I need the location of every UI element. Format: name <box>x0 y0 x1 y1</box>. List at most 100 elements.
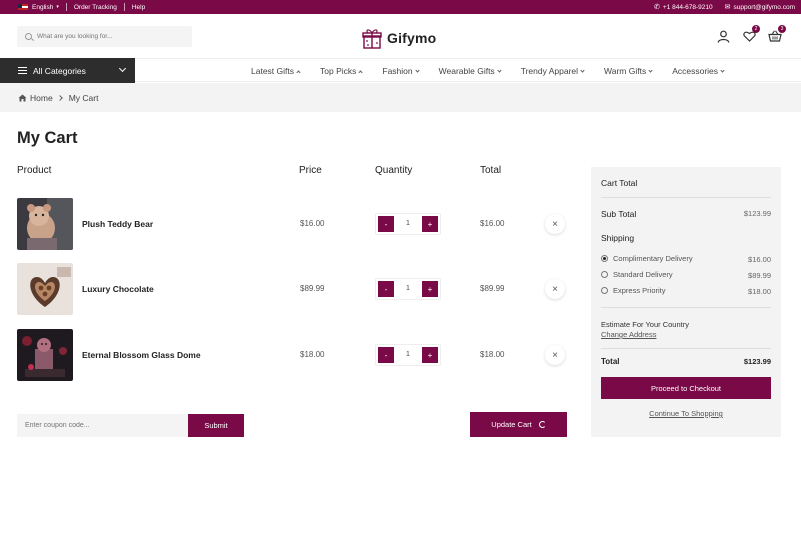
phone-icon: ✆ <box>654 4 660 11</box>
nav-item-warm-gifts[interactable]: Warm Gifts <box>604 66 653 76</box>
shipping-option-price: $18.00 <box>748 287 771 296</box>
shipping-label: Shipping <box>601 233 635 243</box>
radio-selected[interactable] <box>601 255 608 262</box>
account-button[interactable] <box>715 28 731 44</box>
update-cart-button[interactable]: Update Cart <box>470 412 567 437</box>
chevron-up-icon <box>358 69 363 75</box>
proceed-to-checkout-button[interactable]: Proceed to Checkout <box>601 377 771 399</box>
product-image-glass-dome[interactable] <box>17 329 73 381</box>
divider <box>601 197 771 198</box>
column-header-product: Product <box>17 165 52 176</box>
nav-item-label: Wearable Gifts <box>438 66 495 76</box>
shipping-option-standard[interactable]: Standard Delivery <box>601 270 673 279</box>
remove-item-button[interactable]: × <box>545 345 565 365</box>
cart-row: Luxury Chocolate $89.99 - 1 + $89.99 × <box>17 263 567 315</box>
product-price: $18.00 <box>300 350 325 359</box>
coupon-input[interactable] <box>17 414 188 437</box>
cart-row: Plush Teddy Bear $16.00 - 1 + $16.00 × <box>17 198 567 250</box>
estimate-label: Estimate For Your Country <box>601 320 689 329</box>
increase-quantity-button[interactable]: + <box>422 347 438 363</box>
support-email[interactable]: support@gifymo.com <box>733 4 795 11</box>
search-icon <box>25 33 32 40</box>
menu-icon <box>18 67 27 74</box>
product-image-chocolate[interactable] <box>17 263 73 315</box>
nav-item-label: Fashion <box>382 66 413 76</box>
search-input[interactable] <box>37 33 187 40</box>
chevron-down-icon <box>580 67 585 73</box>
nav-item-accessories[interactable]: Accessories <box>672 66 725 76</box>
quantity-input[interactable]: 1 <box>396 347 420 363</box>
shipping-option-express[interactable]: Express Priority <box>601 286 666 295</box>
line-total: $89.99 <box>480 284 505 293</box>
nav-item-top-picks[interactable]: Top Picks <box>320 66 363 76</box>
search-box[interactable] <box>17 26 192 47</box>
help-link[interactable]: Help <box>132 4 145 11</box>
radio-unselected[interactable] <box>601 287 608 294</box>
nav-item-wearable-gifts[interactable]: Wearable Gifts <box>438 66 502 76</box>
shipping-option-label: Standard Delivery <box>613 270 673 279</box>
nav-item-label: Latest Gifts <box>251 66 294 76</box>
chevron-right-icon <box>56 94 63 101</box>
remove-item-button[interactable]: × <box>545 279 565 299</box>
total-label: Total <box>601 357 620 366</box>
wishlist-count-badge: 2 <box>752 25 760 33</box>
cart-row: Eternal Blossom Glass Dome $18.00 - 1 + … <box>17 329 567 381</box>
top-bar: English ▾ Order Tracking Help ✆ +1 844-6… <box>0 0 801 14</box>
summary-title: Cart Total <box>601 178 638 188</box>
nav-item-latest-gifts[interactable]: Latest Gifts <box>251 66 301 76</box>
quantity-input[interactable]: 1 <box>396 216 420 232</box>
decrease-quantity-button[interactable]: - <box>378 216 394 232</box>
subtotal-value: $123.99 <box>743 209 771 218</box>
nav-item-label: Warm Gifts <box>604 66 647 76</box>
product-name[interactable]: Eternal Blossom Glass Dome <box>82 350 201 360</box>
decrease-quantity-button[interactable]: - <box>378 281 394 297</box>
cart-summary: Cart Total Sub Total $123.99 Shipping Co… <box>591 167 781 437</box>
increase-quantity-button[interactable]: + <box>422 281 438 297</box>
shipping-option-label: Express Priority <box>613 286 666 295</box>
column-header-price: Price <box>299 165 322 176</box>
order-tracking-link[interactable]: Order Tracking <box>74 4 117 11</box>
line-total: $16.00 <box>480 219 505 228</box>
change-address-link[interactable]: Change Address <box>601 330 656 339</box>
nav-item-fashion[interactable]: Fashion <box>382 66 420 76</box>
all-categories-button[interactable]: All Categories <box>0 58 135 83</box>
divider <box>65 3 67 11</box>
logo-text: Gifymo <box>387 30 437 46</box>
continue-shopping-link[interactable]: Continue To Shopping <box>591 409 781 418</box>
update-cart-label: Update Cart <box>491 420 532 429</box>
user-icon <box>717 30 729 43</box>
nav-item-trendy-apparel[interactable]: Trendy Apparel <box>520 66 585 76</box>
cart-button[interactable]: 3 <box>767 25 786 44</box>
product-name[interactable]: Plush Teddy Bear <box>82 219 153 229</box>
chevron-down-icon: ▾ <box>56 4 59 10</box>
divider <box>601 307 771 308</box>
language-selector[interactable]: English <box>32 4 53 11</box>
product-image-teddy-bear[interactable] <box>17 198 73 250</box>
decrease-quantity-button[interactable]: - <box>378 347 394 363</box>
product-name[interactable]: Luxury Chocolate <box>82 284 154 294</box>
chevron-down-icon <box>720 67 725 73</box>
gift-icon <box>362 29 382 49</box>
cart-count-badge: 3 <box>778 25 786 33</box>
product-price: $16.00 <box>300 219 325 228</box>
site-logo[interactable]: Gifymo <box>361 26 436 50</box>
nav-item-label: Trendy Apparel <box>520 66 579 76</box>
shipping-option-complimentary[interactable]: Complimentary Delivery <box>601 254 693 263</box>
all-categories-label: All Categories <box>33 65 86 76</box>
remove-item-button[interactable]: × <box>545 214 565 234</box>
chevron-down-icon <box>497 67 502 73</box>
breadcrumb: Home My Cart <box>0 83 801 112</box>
header-actions: 2 3 <box>705 25 786 44</box>
breadcrumb-home[interactable]: Home <box>30 93 53 103</box>
wishlist-button[interactable]: 2 <box>741 25 760 44</box>
shipping-option-price: $89.99 <box>748 271 771 280</box>
increase-quantity-button[interactable]: + <box>422 216 438 232</box>
phone-number[interactable]: +1 844-678-9210 <box>663 4 713 11</box>
shipping-option-label: Complimentary Delivery <box>613 254 693 263</box>
coupon-submit-button[interactable]: Submit <box>188 414 244 437</box>
chevron-down-icon <box>118 64 127 73</box>
quantity-input[interactable]: 1 <box>396 281 420 297</box>
total-value: $123.99 <box>743 357 771 366</box>
radio-unselected[interactable] <box>601 271 608 278</box>
home-icon <box>18 94 27 101</box>
